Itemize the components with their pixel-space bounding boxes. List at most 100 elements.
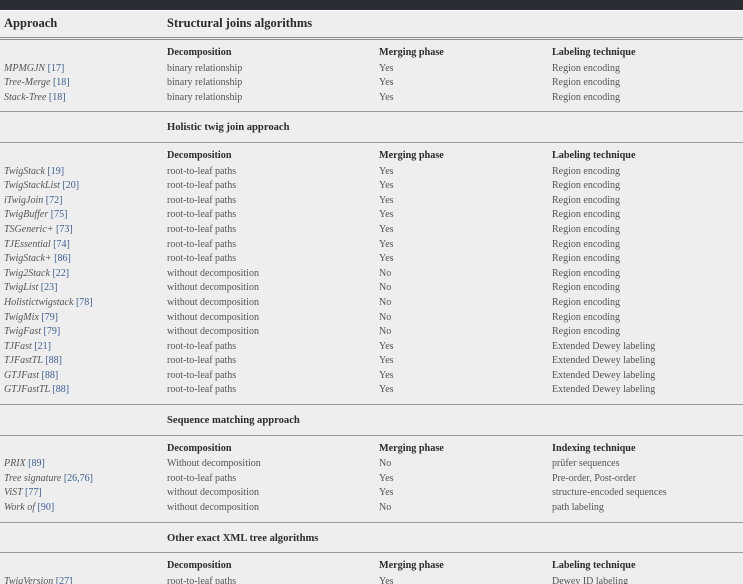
cell-merging-phase: No [379, 502, 392, 514]
section-title-spacer [0, 115, 167, 142]
section-column-header-row: Decomposition Merging phase Labeling techn… [0, 553, 743, 575]
comparison-table: Approach Structural joins algorithms Decom… [0, 11, 743, 584]
colhead-decomposition: Decomposition [167, 442, 232, 454]
citation-link[interactable]: [26,76] [64, 473, 93, 484]
cell-labeling-technique: Region encoding [552, 326, 621, 338]
citation-link[interactable]: [21] [34, 341, 51, 352]
citation-link[interactable]: [90] [38, 502, 55, 513]
colhead-decomposition: Decomposition [167, 47, 232, 58]
colhead-labeling-technique: Labeling technique [552, 560, 636, 572]
cell-labeling-technique: Region encoding [552, 62, 621, 74]
citation-link[interactable]: [73] [56, 224, 73, 235]
table-row: TwigVersion [27] root-to-leaf paths Yes Dew… [0, 575, 743, 584]
citation-link[interactable]: [88] [42, 370, 59, 381]
cell-decomposition: without decomposition [167, 282, 259, 294]
citation-link[interactable]: [72] [46, 195, 63, 206]
table-row: TJEssential [74] root-to-leaf paths Yes Reg… [0, 238, 743, 253]
citation-link[interactable]: [88] [45, 355, 62, 366]
cell-decomposition: without decomposition [167, 267, 259, 279]
cell-decomposition: root-to-leaf paths [167, 253, 237, 265]
cell-decomposition: root-to-leaf paths [167, 369, 237, 381]
citation-link[interactable]: [20] [62, 180, 79, 191]
cell-labeling-technique: Region encoding [552, 180, 621, 192]
cell-decomposition: root-to-leaf paths [167, 180, 237, 192]
cell-labeling-technique: structure-encoded sequences [552, 487, 667, 499]
table-row: TwigList [23] without decomposition No Regi… [0, 281, 743, 296]
cell-approach: ViST [77] [0, 486, 167, 501]
table-row: Work of [90] without decomposition No path … [0, 501, 743, 516]
cell-decomposition: root-to-leaf paths [167, 165, 237, 177]
citation-link[interactable]: [86] [54, 253, 71, 264]
section-column-header-row: Decomposition Merging phase Indexing techn… [0, 436, 743, 458]
citation-link[interactable]: [75] [51, 209, 68, 220]
colhead-decomposition: Decomposition [167, 149, 232, 161]
citation-link[interactable]: [22] [52, 268, 69, 279]
citation-link[interactable]: [78] [76, 297, 93, 308]
cell-decomposition: root-to-leaf paths [167, 223, 237, 235]
table-row: TwigStack+ [86] root-to-leaf paths Yes Regi… [0, 252, 743, 267]
citation-link[interactable]: [79] [41, 312, 58, 323]
cell-approach: TwigFast [79] [0, 325, 167, 340]
approach-name: TwigFast [4, 326, 42, 338]
approach-name: Tree-Merge [4, 77, 51, 89]
cell-approach: Work of [90] [0, 501, 167, 516]
table-row: TwigFast [79] without decomposition No Regi… [0, 325, 743, 340]
cell-merging-phase: No [379, 458, 392, 470]
cell-approach: GTJFastTL [88] [0, 383, 167, 398]
cell-decomposition: root-to-leaf paths [167, 355, 237, 367]
cell-labeling-technique: Region encoding [552, 253, 621, 265]
table-row: TJFast [21] root-to-leaf paths Yes Extended… [0, 340, 743, 355]
cell-merging-phase: Yes [379, 77, 394, 89]
cell-approach: Tree signature [26,76] [0, 472, 167, 487]
colhead-approach [0, 436, 167, 458]
column-header-structural-joins: Structural joins algorithms [167, 16, 313, 30]
colhead-merging-phase: Merging phase [379, 560, 444, 572]
cell-approach: TSGeneric+ [73] [0, 223, 167, 238]
citation-link[interactable]: [79] [44, 326, 61, 337]
cell-merging-phase: Yes [379, 194, 394, 206]
cell-decomposition: root-to-leaf paths [167, 472, 237, 484]
citation-link[interactable]: [23] [41, 282, 58, 293]
table-row: iTwigJoin [72] root-to-leaf paths Yes Regio… [0, 194, 743, 209]
cell-merging-phase: No [379, 267, 392, 279]
citation-link[interactable]: [18] [49, 92, 66, 103]
table-row: GTJFastTL [88] root-to-leaf paths Yes Exten… [0, 383, 743, 398]
citation-link[interactable]: [17] [48, 63, 65, 74]
cell-labeling-technique: Region encoding [552, 238, 621, 250]
citation-link[interactable]: [89] [28, 458, 45, 469]
cell-approach: TwigStack [19] [0, 165, 167, 180]
citation-link[interactable]: [19] [47, 166, 64, 177]
citation-link[interactable]: [27] [56, 576, 73, 584]
colhead-approach [0, 40, 167, 62]
cell-approach: TwigStackList [20] [0, 179, 167, 194]
table-row: Twig2Stack [22] without decomposition No Re… [0, 267, 743, 282]
colhead-merging-phase: Merging phase [379, 149, 444, 161]
cell-merging-phase: Yes [379, 472, 394, 484]
table-row: TwigStack [19] root-to-leaf paths Yes Regio… [0, 165, 743, 180]
approach-name: GTJFastTL [4, 384, 50, 396]
table-row: TSGeneric+ [73] root-to-leaf paths Yes Regi… [0, 223, 743, 238]
cell-merging-phase: Yes [379, 91, 394, 103]
cell-approach: Tree-Merge [18] [0, 76, 167, 91]
citation-link[interactable]: [88] [52, 384, 69, 395]
cell-decomposition: binary relationship [167, 77, 243, 89]
cell-approach: TwigList [23] [0, 281, 167, 296]
cell-merging-phase: Yes [379, 180, 394, 192]
section-title-spacer [0, 526, 167, 553]
approach-name: MPMGJN [4, 62, 46, 74]
cell-decomposition: without decomposition [167, 296, 259, 308]
colhead-decomposition: Decomposition [167, 560, 232, 572]
table-row: Tree-Merge [18] binary relationship Yes Reg… [0, 76, 743, 91]
table-row: GTJFast [88] root-to-leaf paths Yes Extende… [0, 369, 743, 384]
citation-link[interactable]: [77] [25, 487, 42, 498]
cell-approach: TwigVersion [27] [0, 575, 167, 584]
cell-labeling-technique: Region encoding [552, 311, 621, 323]
table-row: Tree signature [26,76] root-to-leaf paths… [0, 472, 743, 487]
section-title: Sequence matching approach [167, 415, 300, 427]
cell-labeling-technique: Extended Dewey labeling [552, 340, 656, 352]
approach-name: ViST [4, 487, 23, 499]
cell-merging-phase: Yes [379, 238, 394, 250]
citation-link[interactable]: [18] [53, 77, 70, 88]
cell-decomposition: Without decomposition [167, 458, 261, 470]
citation-link[interactable]: [74] [53, 239, 70, 250]
